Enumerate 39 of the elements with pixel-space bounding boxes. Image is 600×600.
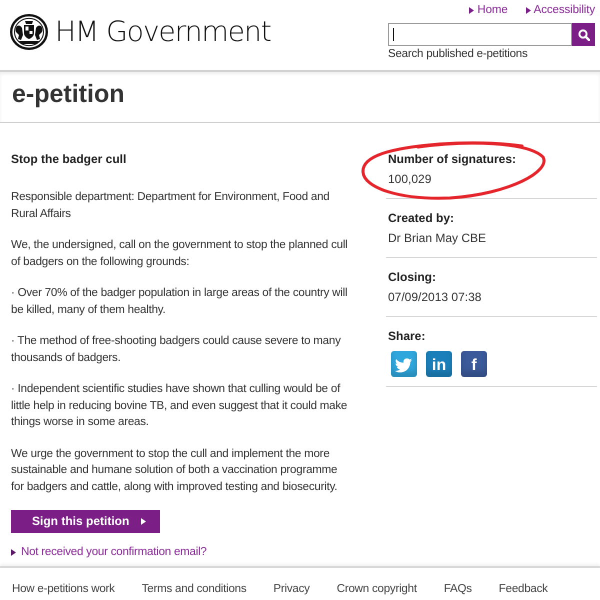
triangle-icon <box>141 518 146 525</box>
footer-link[interactable]: Terms and conditions <box>142 581 246 597</box>
share-button[interactable]: f <box>461 351 487 377</box>
sign-petition-button[interactable]: Sign this petition <box>11 510 160 533</box>
triangle-icon <box>11 548 16 556</box>
share-label: Share: <box>388 328 426 345</box>
footer-link[interactable]: Crown copyright <box>336 581 417 597</box>
footer-link[interactable]: Feedback <box>498 581 548 597</box>
page-title: e-petition <box>12 79 124 109</box>
petition-text: We urge the government to stop the cull and implement the more sustainable and humane solution of both a vaccination programme for badgers and cattle, along with improved testing and biosecurity. <box>11 446 338 494</box>
petition-text: · The method of free-shooting badgers could cause severe to many thousands of badgers. <box>11 334 342 366</box>
footer-link[interactable]: How e-petitions work <box>12 581 115 597</box>
share-button[interactable] <box>391 351 417 377</box>
petition-text: Responsible department: Department for Environment, Food and Rural Affairs <box>11 190 330 222</box>
triangle-icon <box>526 6 531 14</box>
search-field[interactable] <box>388 23 572 46</box>
footer-link[interactable]: FAQs <box>444 581 472 597</box>
petition-text: · Over 70% of the badger population in large areas of the country will be killed, many of them healthy. <box>11 286 348 318</box>
detail-value: 07/09/2013 07:38 <box>388 289 482 306</box>
share-button[interactable]: in <box>426 351 452 377</box>
search-button[interactable] <box>572 23 595 46</box>
detail-value: Dr Brian May CBE <box>388 230 486 247</box>
petition-text: · Independent scientific studies have shown that culling would be of little help in reducing bovine TB, and even suggest that it could make things worse in some areas. <box>11 382 348 430</box>
detail-value: 100,029 <box>388 171 432 188</box>
petition-title: Stop the badger cull <box>11 151 128 168</box>
detail-label: Number of signatures: <box>388 151 516 168</box>
detail-label: Created by: <box>388 210 454 227</box>
search-hint: Search published e-petitions <box>388 47 528 62</box>
detail-label: Closing: <box>388 269 436 286</box>
header-link[interactable]: Accessibility <box>526 2 595 18</box>
footer-link[interactable]: Privacy <box>273 581 310 597</box>
crest-icon <box>10 14 48 50</box>
logo-text: HM Government <box>55 14 271 50</box>
header-link[interactable]: Home <box>469 2 508 18</box>
petition-text: We, the undersigned, call on the government to stop the planned cull of badgers on the following grounds: <box>11 238 349 270</box>
bird-icon <box>395 358 413 373</box>
triangle-icon <box>469 6 474 14</box>
search-icon <box>578 28 590 40</box>
confirmation-email-link[interactable]: Not received your confirmation email? <box>11 544 207 560</box>
